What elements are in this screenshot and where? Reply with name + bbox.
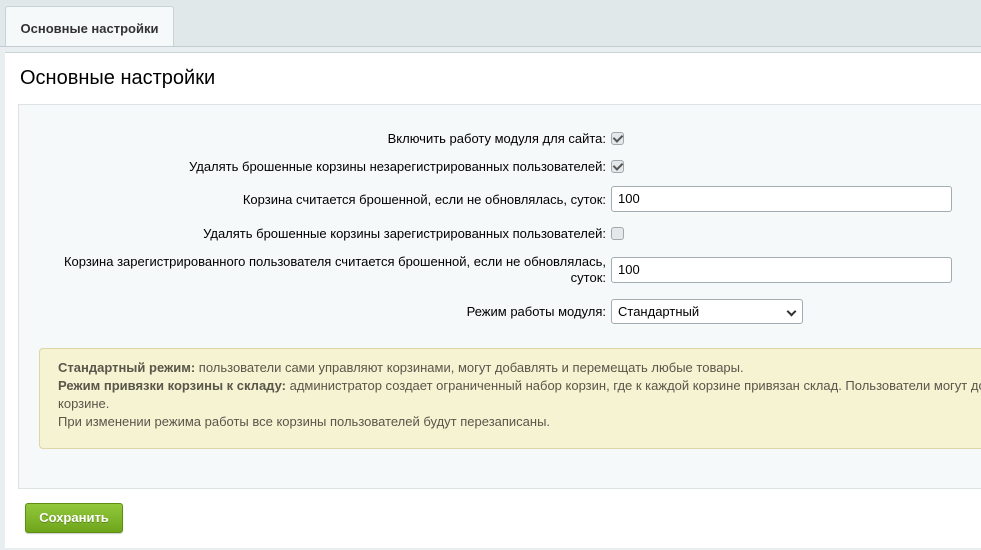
delete-unregistered-label: Удалять брошенные корзины незарегистриро… [188,159,606,174]
tab-main-settings[interactable]: Основные настройки [5,6,174,46]
tab-bar: Основные настройки [0,0,981,47]
chevron-down-icon [786,306,797,317]
abandoned-days-label: Корзина считается брошенной, если не обн… [242,192,606,207]
enable-module-checkbox[interactable] [611,132,624,145]
note-line-4: При изменении режима работы все корзины … [58,414,551,429]
registered-days-label-line2: суток: [570,270,606,285]
abandoned-days-input[interactable]: 100 [611,186,952,212]
mode-label: Режим работы модуля: [466,304,606,319]
settings-form: Включить работу модуля для сайта: Удалят… [18,104,981,489]
registered-days-label: Корзина зарегистрированного пользователя… [46,254,606,286]
delete-unregistered-checkbox[interactable] [611,160,624,173]
delete-registered-label: Удалять брошенные корзины зарегистрирова… [203,226,606,241]
note-standard-mode-text: пользователи сами управляют корзинами, м… [195,360,744,375]
enable-module-label: Включить работу модуля для сайта: [387,131,606,146]
note-warehouse-mode-text: администратор создает ограниченный набор… [285,378,981,393]
note-line-2: Режим привязки корзины к складу: админис… [58,377,981,395]
note-standard-mode-title: Стандартный режим: [58,360,196,375]
note-warehouse-mode-title: Режим привязки корзины к складу: [58,378,286,393]
delete-registered-checkbox[interactable] [611,227,624,240]
page-title: Основные настройки [20,67,216,89]
mode-selected-value: Стандартный [618,304,700,319]
mode-info-note: Стандартный режим: пользователи сами упр… [39,348,981,449]
note-line-3: корзине. [58,396,110,411]
mode-select[interactable]: Стандартный [611,299,803,324]
registered-days-input[interactable]: 100 [611,257,952,283]
save-button[interactable]: Сохранить [25,503,123,533]
registered-days-label-line1: Корзина зарегистрированного пользователя… [63,254,606,269]
note-line-1: Стандартный режим: пользователи сами упр… [58,359,981,377]
settings-panel: Основные настройки Включить работу модул… [5,52,981,548]
